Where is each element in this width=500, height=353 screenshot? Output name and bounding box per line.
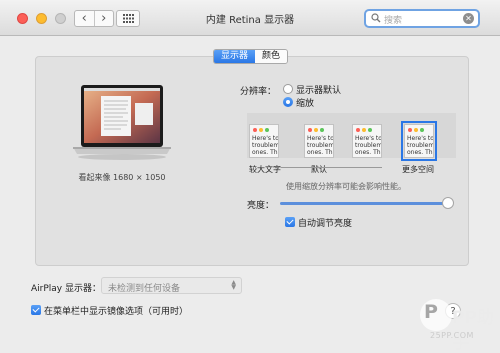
- search-placeholder: 搜索: [384, 16, 403, 26]
- airplay-label: AirPlay 显示器：: [31, 284, 101, 294]
- scale-option-more[interactable]: Here's to troublema ones. The: [352, 124, 382, 158]
- scaled-resolution-label: 缩放: [296, 99, 315, 109]
- macbook-display-image: [73, 85, 171, 160]
- title-bar: ‹ › 内建 Retina 显示器 搜索 ✕: [0, 0, 500, 36]
- scale-preview-text: Here's to troublema ones. The: [307, 135, 334, 156]
- more-space-label: 更多空间: [402, 165, 434, 174]
- mirroring-menu-label: 在菜单栏中显示镜像选项（可用时）: [44, 307, 189, 317]
- default-resolution-label: 显示器默认: [296, 86, 342, 96]
- brightness-slider-thumb[interactable]: [442, 197, 454, 209]
- updown-arrows-icon: ▲ ▼: [231, 279, 236, 291]
- mirroring-menu-checkbox[interactable]: [31, 305, 41, 315]
- scale-option-default[interactable]: Here's to troublema ones. The: [304, 124, 334, 158]
- tab-display[interactable]: 显示器: [214, 50, 256, 63]
- tab-color[interactable]: 颜色: [255, 50, 288, 63]
- auto-brightness-label: 自动调节亮度: [298, 219, 353, 229]
- scale-preview-text: Here's to troublema ones. The: [355, 135, 382, 156]
- looks-like-resolution: 看起来像 1680 × 1050: [78, 173, 166, 182]
- performance-note: 使用缩放分辨率可能会影响性能。: [286, 182, 406, 191]
- resolution-label: 分辨率：: [240, 87, 277, 97]
- search-field[interactable]: 搜索 ✕: [364, 9, 480, 28]
- pp-logo-mark: P: [424, 301, 438, 323]
- scale-preview-text: Here's to troublema ones. The: [407, 135, 434, 156]
- brightness-slider[interactable]: [280, 202, 452, 205]
- scaled-resolution-radio[interactable]: [283, 97, 293, 107]
- auto-brightness-checkbox[interactable]: [285, 217, 295, 227]
- clear-search-icon[interactable]: ✕: [463, 13, 474, 24]
- scale-divider: [281, 167, 382, 168]
- default-scale-label: 默认: [311, 165, 327, 174]
- airplay-display-select[interactable]: 未检测到任何设备 ▲ ▼: [101, 277, 242, 294]
- default-resolution-radio[interactable]: [283, 84, 293, 94]
- brightness-label: 亮度：: [247, 201, 275, 211]
- airplay-select-value: 未检测到任何设备: [108, 284, 181, 294]
- tab-bar: 显示器 颜色: [213, 49, 289, 64]
- scale-option-larger-text[interactable]: Here's to troublema ones. The: [249, 124, 279, 158]
- scale-option-more-space[interactable]: Here's to troublema ones. The: [401, 121, 437, 161]
- pp-logo-url: 25PP.COM: [430, 331, 474, 340]
- search-icon: [371, 13, 381, 23]
- pp-watermark: P PP助手 25PP.COM: [418, 299, 498, 353]
- larger-text-label: 较大文字: [249, 165, 281, 174]
- pp-logo-name: PP助手: [452, 308, 494, 353]
- scale-preview-text: Here's to troublema ones. The: [252, 135, 279, 156]
